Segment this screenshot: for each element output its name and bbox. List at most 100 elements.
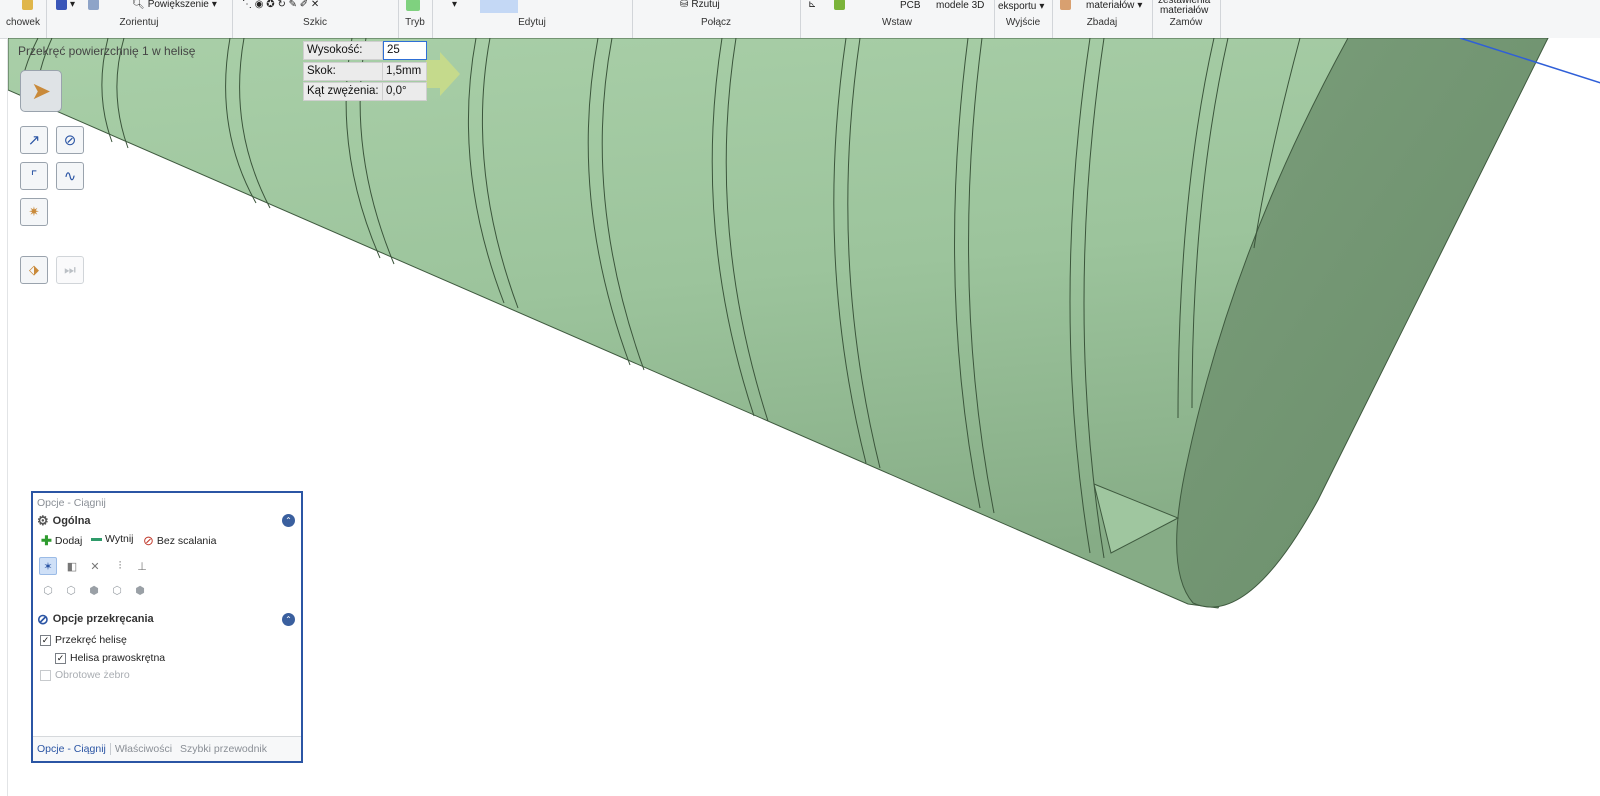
right-hand-helix-checkbox[interactable]: ✓ Helisa prawoskrętna [55, 652, 165, 664]
no-merge-button[interactable]: ⊘ Bez scalania [143, 533, 216, 549]
add-label: Dodaj [54, 535, 83, 547]
cut-label: Wytnij [105, 533, 134, 545]
pitch-input[interactable]: 1,5mm [383, 62, 427, 81]
panel-title: Opcje - Ciągnij [37, 497, 106, 509]
tab-properties[interactable]: Właściwości [111, 743, 176, 755]
zoom-button[interactable]: 🔍︎ Powiększenie ▾ [132, 0, 217, 10]
sweep-guide-button[interactable]: ∿ [56, 162, 84, 190]
panel-tab-bar: Opcje - Ciągnij Właściwości Szybki przew… [33, 736, 301, 761]
general-section-header[interactable]: ⚙ Ogólna [37, 513, 91, 529]
extrude-option-1[interactable]: ⬡ [39, 581, 57, 599]
general-section-title: Ogólna [52, 515, 91, 527]
offset-dimension-button[interactable]: ⊥ [133, 557, 151, 575]
solid-mode-icon[interactable] [406, 0, 420, 11]
twist-section-header[interactable]: ⊘ Opcje przekręcania [37, 611, 154, 627]
bill-of-materials-button[interactable]: zestawienia materiałów [1158, 0, 1210, 16]
skip-forward-icon: ⏭ [64, 262, 76, 277]
view-cube-icon[interactable]: ▾ [56, 0, 75, 10]
ribbon-group-edit: ▾ Edytuj [432, 0, 633, 38]
pull-faces-button[interactable]: ✕ [86, 557, 104, 575]
select-guide-button[interactable]: ➤ [20, 70, 62, 112]
pcb-button[interactable]: PCB [900, 0, 921, 11]
add-button[interactable]: ✚ Dodaj [41, 533, 82, 549]
materials-button[interactable]: materiałów ▾ [1086, 0, 1142, 11]
twist-helix-label: Przekręć helisę [55, 634, 127, 646]
pull-tool-button[interactable] [480, 0, 518, 13]
sketch-tools-icons[interactable]: ⋱ ◉ ✪ ↻ ✎ ✐ ✕ [242, 0, 319, 10]
collapse-general-button[interactable]: ⌃ [282, 514, 295, 527]
taper-angle-label: Kąt zwężenia: [303, 82, 383, 101]
insert-component-icon[interactable] [834, 0, 845, 10]
cut-button[interactable]: Wytnij [91, 533, 134, 545]
pitch-label: Skok: [303, 62, 383, 81]
ribbon-group-combine: ⛁ Rzutuj Połącz [632, 0, 801, 38]
magnifier-icon: 🔍︎ [132, 0, 145, 10]
direction-guide-button[interactable]: ↗ [20, 126, 48, 154]
tool-status-title: Przekręć powierzchnię 1 w helisę [18, 44, 196, 58]
checkbox-checked-icon: ✓ [40, 634, 51, 646]
pull-arrows-icon: ✶ [43, 560, 53, 573]
extrude-option-3[interactable]: ⬢ [85, 581, 103, 599]
no-merge-icon: ⊘ [143, 533, 154, 548]
pitch-field-row: Skok: 1,5mm [303, 62, 427, 81]
paste-icon[interactable] [22, 0, 33, 10]
ribbon-group-inspect: materiałów ▾ Zbadaj [1052, 0, 1153, 38]
gear-icon: ⚙ [37, 513, 49, 528]
taper-angle-input[interactable]: 0,0° [383, 82, 427, 101]
solid-face-icon: ◧ [66, 560, 78, 573]
ribbon-group-order: zestawienia materiałów Zamów [1152, 0, 1221, 38]
extrude-option-4[interactable]: ⬡ [108, 581, 126, 599]
cube-icon: ⬡ [66, 584, 76, 597]
scale-body-guide-button[interactable]: ✷ [20, 198, 48, 226]
checkbox-unchecked-icon [40, 669, 51, 681]
project-button[interactable]: ⛁ Rzutuj [680, 0, 720, 10]
extrude-option-5[interactable]: ⬢ [131, 581, 149, 599]
ribbon-group-label: chowek [6, 17, 40, 28]
scale-cube-icon: ✷ [28, 204, 40, 219]
arrow-up-right-icon: ↗ [27, 132, 41, 149]
corner-arrow-icon: ⌜ [30, 167, 38, 184]
no-merge-label: Bez scalania [156, 535, 217, 547]
next-guide-button[interactable]: ⏭ [56, 256, 84, 284]
chevron-up-icon: ⌃ [285, 615, 292, 624]
ribbon-toolbar: chowek ▾ 🔍︎ Powiększenie ▾ Zorientuj ⋱ ◉ … [0, 0, 1600, 39]
pull-one-side-button[interactable]: ◧ [63, 557, 81, 575]
extrude-option-2[interactable]: ⬡ [62, 581, 80, 599]
ribbon-group-label: Szkic [303, 17, 327, 28]
twist-section-title: Opcje przekręcania [52, 613, 154, 625]
checkbox-checked-icon: ✓ [55, 652, 66, 664]
cube-icon: ⬡ [43, 584, 53, 597]
home-view-icon[interactable] [88, 0, 99, 10]
complete-guide-button[interactable]: ⬗ [20, 256, 48, 284]
ribbon-group-label: Wstaw [882, 17, 912, 28]
tab-pull-options[interactable]: Opcje - Ciągnij [33, 743, 111, 755]
twist-icon: ⊘ [37, 610, 49, 627]
zoom-label: Powiększenie [147, 0, 209, 10]
tab-quick-guide[interactable]: Szybki przewodnik [176, 743, 271, 755]
export-button[interactable]: eksportu ▾ [998, 1, 1044, 12]
ribbon-group-label: Zbadaj [1086, 17, 1118, 28]
collapse-twist-button[interactable]: ⌃ [282, 613, 295, 626]
twist-helix-checkbox[interactable]: ✓ Przekręć helisę [40, 634, 127, 646]
taper-angle-field-row: Kąt zwężenia: 0,0° [303, 82, 427, 101]
ribbon-group-orient: ▾ 🔍︎ Powiększenie ▾ Zorientuj [46, 0, 233, 38]
ribbon-group-sketch: ⋱ ◉ ✪ ↻ ✎ ✐ ✕ Szkic [232, 0, 399, 38]
ribbon-group-output: eksportu ▾ Wyjście [994, 0, 1053, 38]
twist-axis-guide-button[interactable]: ⊘ [56, 126, 84, 154]
origin-axes-icon[interactable]: ⊾ [808, 0, 816, 10]
ribbon-group-label: Wyjście [1005, 17, 1041, 28]
up-to-guide-button[interactable]: ⌜ [20, 162, 48, 190]
materials-label: materiałów [1086, 0, 1135, 11]
revolve-rib-checkbox: Obrotowe żebro [40, 669, 130, 681]
height-input[interactable]: 25 [383, 41, 427, 60]
pull-both-sides-button[interactable]: ✶ [39, 557, 57, 575]
ribbon-group-label: Edytuj [518, 17, 546, 28]
flat-cube-icon: ⬢ [135, 584, 145, 597]
3d-models-button[interactable]: modele 3D [936, 0, 984, 11]
export-label: eksportu [998, 1, 1037, 12]
ruler-dimension-button[interactable]: ⫶ [111, 557, 129, 575]
materials-icon[interactable] [1060, 0, 1071, 10]
twist-icon: ⊘ [63, 132, 77, 149]
dropdown-arrow-icon[interactable]: ▾ [452, 0, 457, 10]
dimension-icon: ⊥ [137, 560, 147, 573]
